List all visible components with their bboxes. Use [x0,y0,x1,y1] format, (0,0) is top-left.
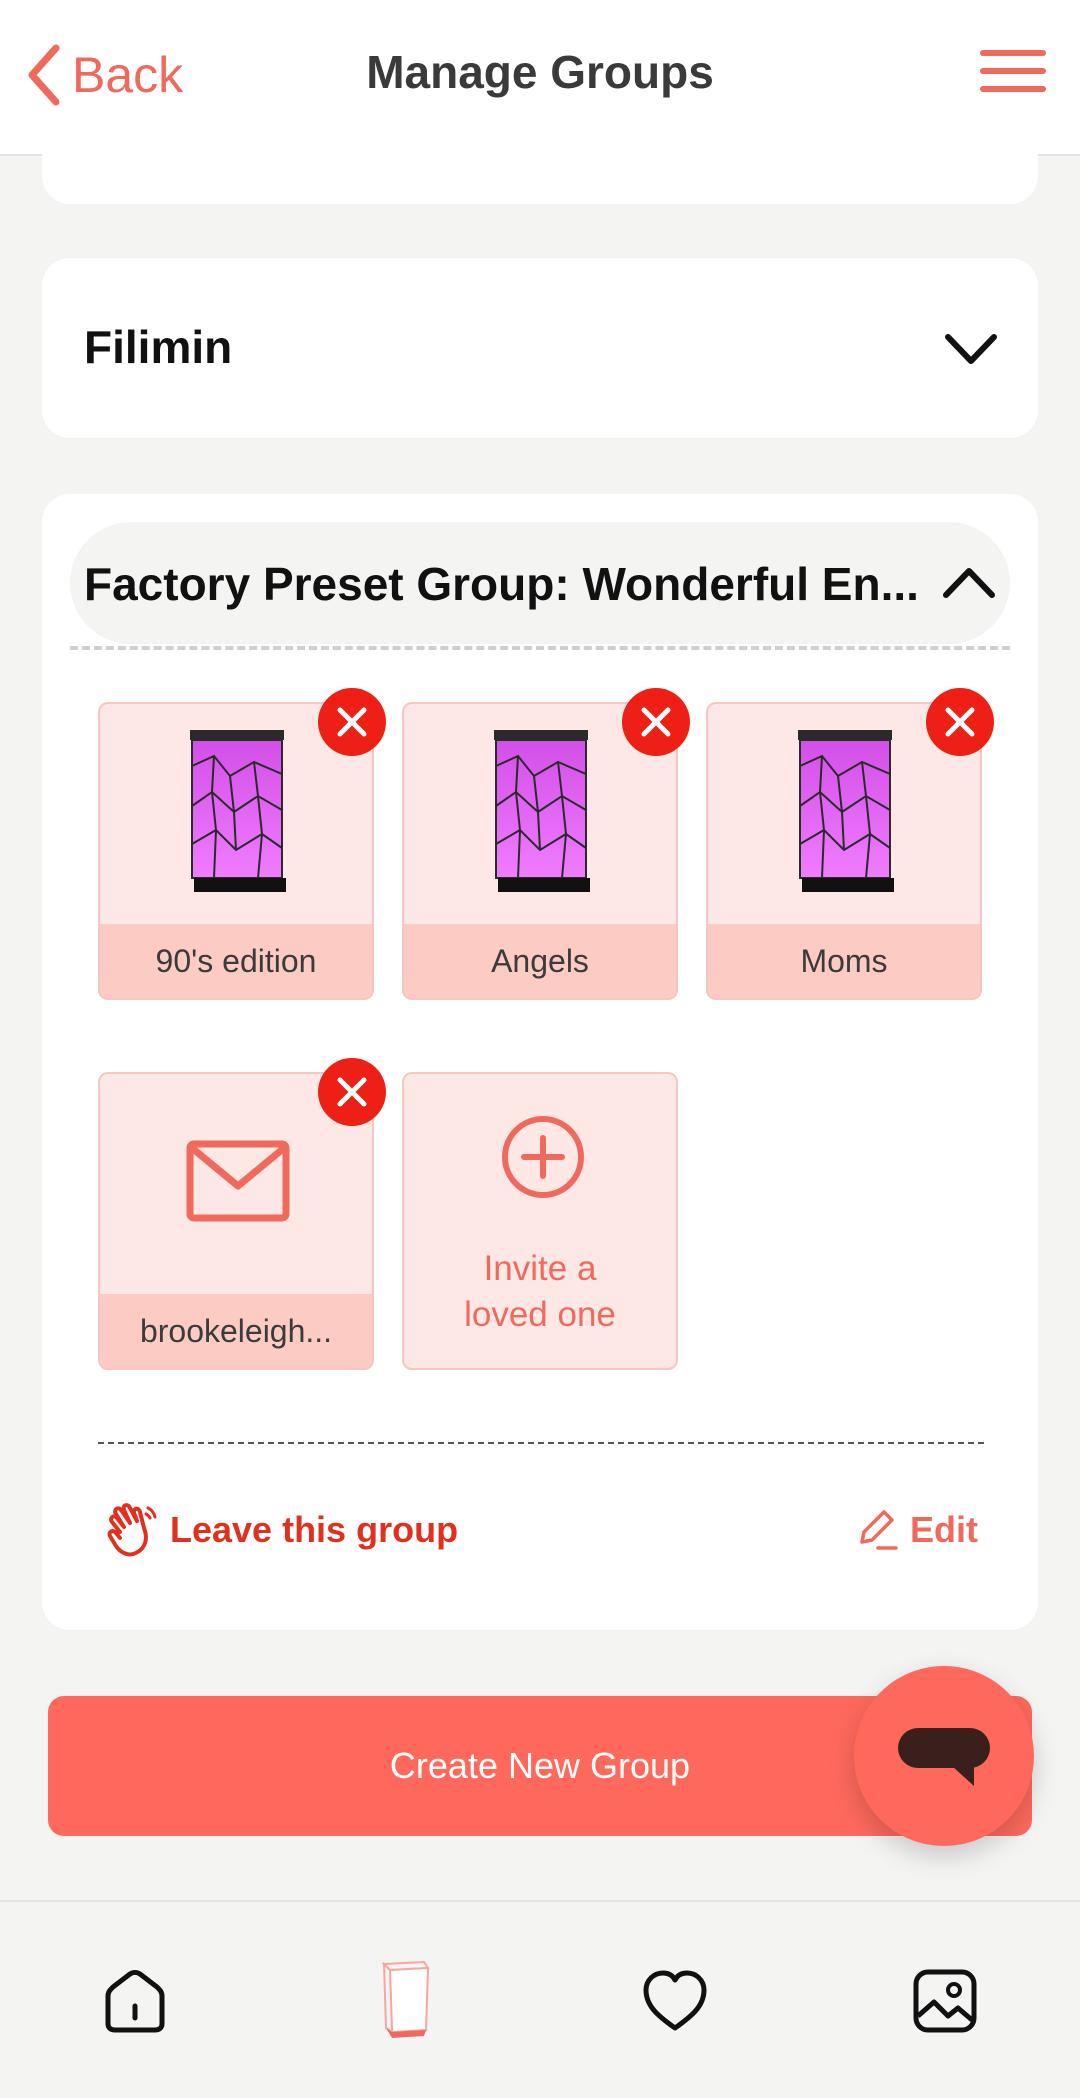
page-title: Manage Groups [366,46,714,98]
leave-group-button[interactable]: Leave this group [106,1500,458,1560]
group-header[interactable]: Factory Preset Group: Wonderful En... [70,522,1010,644]
pencil-icon [860,1510,898,1550]
lamp-icon [494,730,590,892]
previous-group-card [42,120,1038,204]
nav-favorites[interactable] [640,1966,710,2036]
member-tile[interactable]: 90's edition [98,688,386,1000]
group-name: Filimin [84,321,233,373]
member-label: Angels [404,924,676,998]
close-icon [945,707,975,737]
close-icon [337,707,367,737]
waving-hand-icon [107,1503,157,1557]
edit-label: Edit [910,1509,978,1550]
group-card-filimin[interactable]: Filimin [42,258,1038,438]
chat-button[interactable] [854,1666,1034,1846]
invite-label-line1: Invite a [483,1249,597,1288]
remove-member-button[interactable] [622,688,690,756]
heart-icon [643,1970,707,2031]
remove-member-button[interactable] [318,688,386,756]
nav-gallery[interactable] [910,1966,980,2036]
invite-label: Invite a loved one [404,1246,676,1338]
edit-group-button[interactable]: Edit [856,1500,978,1560]
lamp-icon [798,730,894,892]
lamp-icon [381,1960,430,2038]
divider [98,1442,984,1444]
remove-member-button[interactable] [926,688,994,756]
member-label: 90's edition [100,924,372,998]
invite-loved-one-button[interactable]: Invite a loved one [402,1072,678,1370]
chat-bubble-icon [898,1728,990,1786]
divider [70,646,1010,650]
member-tile[interactable]: brookeleigh... [98,1058,386,1370]
remove-member-button[interactable] [318,1058,386,1126]
chevron-up-icon[interactable] [942,566,996,600]
member-tile[interactable]: Angels [402,688,690,1000]
invite-label-line2: loved one [464,1295,616,1334]
member-tile[interactable]: Moms [706,688,994,1000]
home-icon [105,1970,165,2033]
close-icon [337,1077,367,1107]
hamburger-menu-icon[interactable] [980,50,1046,98]
gallery-icon [913,1969,977,2033]
leave-group-label: Leave this group [170,1509,459,1550]
group-name: Factory Preset Group: Wonderful En... [84,558,919,610]
lamp-icon [190,730,286,892]
bottom-navigation [0,1900,1080,2098]
member-label: brookeleigh... [100,1294,372,1368]
group-card-factory-preset: Factory Preset Group: Wonderful En... 90… [42,494,1038,1630]
chevron-down-icon[interactable] [944,332,998,366]
mail-icon [186,1140,290,1222]
plus-circle-icon [502,1116,584,1198]
nav-lamps[interactable] [370,1958,440,2042]
nav-home[interactable] [100,1966,170,2036]
close-icon [641,707,671,737]
member-label: Moms [708,924,980,998]
